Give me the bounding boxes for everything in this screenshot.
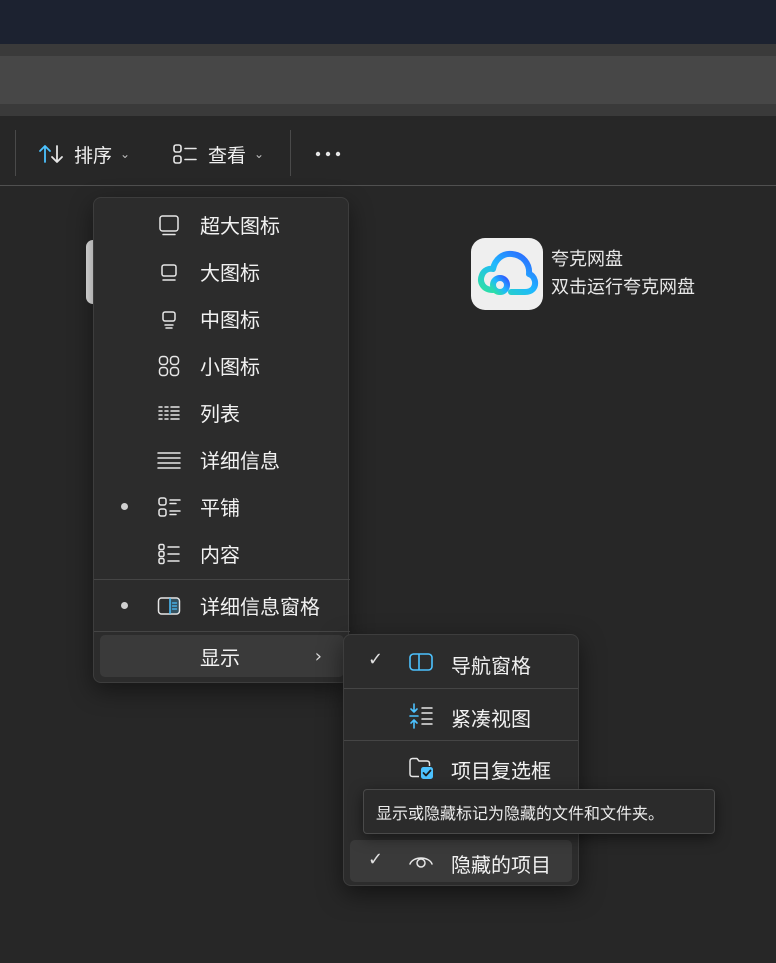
menu-item-extra-large-icons[interactable]: 超大图标 xyxy=(94,201,350,248)
view-label: 查看 xyxy=(208,144,247,167)
check-mark-icon: ✓ xyxy=(368,649,384,670)
selected-bullet-icon xyxy=(121,503,128,510)
view-menu: 超大图标 大图标 中图标 小图标 列表 详细信息 平铺 内容 详细信息窗格 显示… xyxy=(93,197,350,683)
title-bar xyxy=(0,0,776,44)
menu-item-label: 平铺 xyxy=(200,496,240,520)
desktop-item-quark[interactable]: 夸克网盘 双击运行夸克网盘 xyxy=(471,238,695,310)
small-icons-icon xyxy=(157,354,181,378)
menu-item-label: 详细信息窗格 xyxy=(200,595,320,619)
view-list-icon xyxy=(172,142,198,166)
menu-item-large-icons[interactable]: 大图标 xyxy=(94,248,350,295)
large-icons-icon xyxy=(157,260,181,284)
menu-item-content[interactable]: 内容 xyxy=(94,530,350,577)
hidden-items-eye-icon xyxy=(408,849,434,873)
more-button[interactable] xyxy=(314,136,342,172)
toolbar-separator xyxy=(15,130,16,176)
menu-item-details-pane[interactable]: 详细信息窗格 xyxy=(94,582,350,629)
menu-item-medium-icons[interactable]: 中图标 xyxy=(94,295,350,342)
chevron-down-icon: ⌄ xyxy=(254,147,265,161)
compact-view-icon xyxy=(408,703,434,729)
item-name: 夸克网盘 xyxy=(551,249,623,270)
submenu-item-hidden-items[interactable]: ✓ 隐藏的项目 xyxy=(350,840,572,882)
menu-item-show[interactable]: 显示 › xyxy=(100,635,344,677)
menu-item-label: 显示 xyxy=(200,645,240,670)
show-submenu: ✓ 导航窗格 紧凑视图 项目复选框 ✓ 隐藏的项目 xyxy=(343,634,579,886)
sort-button[interactable]: 排序 ⌄ xyxy=(38,136,130,172)
menu-item-label: 列表 xyxy=(200,402,240,426)
extra-large-icons-icon xyxy=(157,213,181,237)
sort-label: 排序 xyxy=(74,144,113,167)
menu-item-label: 超大图标 xyxy=(200,214,280,238)
submenu-item-label: 紧凑视图 xyxy=(451,707,531,731)
submenu-item-navigation-pane[interactable]: ✓ 导航窗格 xyxy=(344,637,578,687)
details-icon xyxy=(157,448,181,472)
item-subtitle: 双击运行夸克网盘 xyxy=(551,277,695,298)
menu-separator xyxy=(94,631,350,632)
menu-item-label: 小图标 xyxy=(200,355,260,379)
submenu-item-label: 导航窗格 xyxy=(451,654,531,678)
toolbar-separator xyxy=(290,130,291,176)
check-mark-icon: ✓ xyxy=(368,849,384,870)
menu-item-label: 中图标 xyxy=(200,308,260,332)
menu-item-tiles[interactable]: 平铺 xyxy=(94,483,350,530)
submenu-item-item-checkboxes[interactable]: 项目复选框 xyxy=(344,742,578,792)
tooltip: 显示或隐藏标记为隐藏的文件和文件夹。 xyxy=(363,789,715,834)
submenu-item-compact-view[interactable]: 紧凑视图 xyxy=(344,690,578,740)
menu-item-small-icons[interactable]: 小图标 xyxy=(94,342,350,389)
submenu-item-label: 项目复选框 xyxy=(451,759,551,783)
item-checkboxes-icon xyxy=(408,755,434,779)
menu-item-label: 详细信息 xyxy=(200,449,280,473)
list-icon xyxy=(157,401,181,425)
menu-item-details[interactable]: 详细信息 xyxy=(94,436,350,483)
selected-bullet-icon xyxy=(121,602,128,609)
content-icon xyxy=(157,542,181,566)
address-bar[interactable] xyxy=(0,56,776,104)
quark-cloud-icon xyxy=(471,238,543,310)
view-button[interactable]: 查看 ⌄ xyxy=(172,136,264,172)
details-pane-icon xyxy=(157,594,181,618)
more-dots-icon xyxy=(314,142,342,166)
menu-item-list[interactable]: 列表 xyxy=(94,389,350,436)
chevron-right-icon: › xyxy=(314,645,322,667)
menu-separator xyxy=(344,740,578,741)
tiles-icon xyxy=(157,495,181,519)
chevron-down-icon: ⌄ xyxy=(120,147,131,161)
menu-item-label: 内容 xyxy=(200,543,240,567)
sort-arrows-icon xyxy=(38,142,64,166)
medium-icons-icon xyxy=(157,307,181,331)
menu-separator xyxy=(344,688,578,689)
menu-item-label: 大图标 xyxy=(200,261,260,285)
submenu-item-label: 隐藏的项目 xyxy=(451,853,551,877)
navigation-pane-icon xyxy=(408,650,434,674)
menu-separator xyxy=(94,579,350,580)
